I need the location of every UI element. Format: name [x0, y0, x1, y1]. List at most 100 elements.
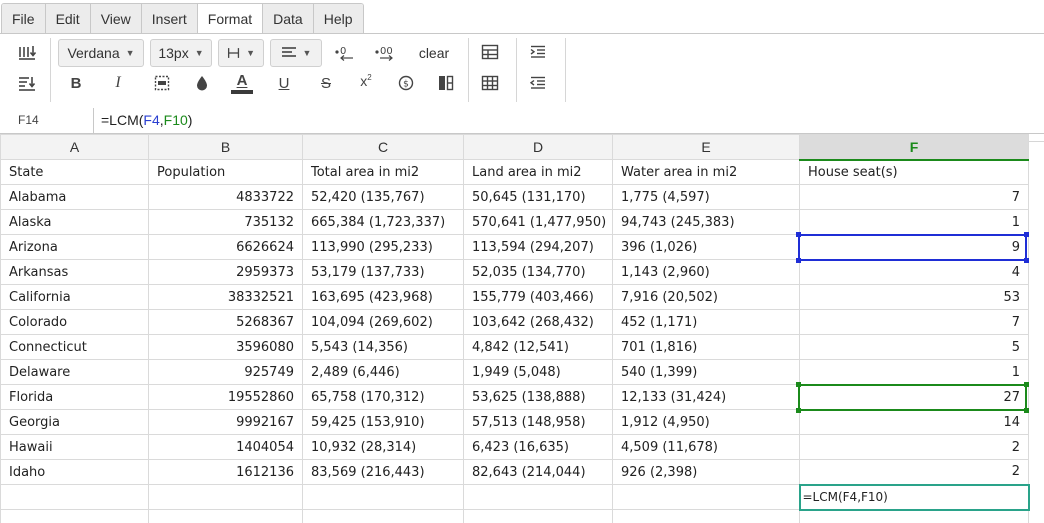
- cell[interactable]: 665,384 (1,723,337): [302, 209, 464, 235]
- cell[interactable]: [302, 484, 464, 510]
- column-header-f[interactable]: F: [799, 134, 1029, 161]
- menu-view[interactable]: View: [90, 4, 142, 34]
- cell[interactable]: [302, 509, 464, 523]
- superscript-icon[interactable]: x2: [354, 70, 378, 92]
- cell[interactable]: 396 (1,026): [612, 234, 800, 260]
- cell[interactable]: Georgia: [0, 409, 149, 435]
- cell[interactable]: 9992167: [148, 409, 303, 435]
- cell[interactable]: 53,625 (138,888): [463, 384, 613, 410]
- indent-icon[interactable]: [526, 41, 550, 63]
- borders-dropdown[interactable]: ▼: [218, 39, 264, 67]
- cell[interactable]: 14: [799, 409, 1029, 435]
- cell[interactable]: 59,425 (153,910): [302, 409, 464, 435]
- currency-icon[interactable]: $: [394, 72, 418, 94]
- selection-handle[interactable]: [796, 408, 801, 413]
- selection-handle[interactable]: [1024, 232, 1029, 237]
- cell[interactable]: 113,990 (295,233): [302, 234, 464, 260]
- cell[interactable]: 701 (1,816): [612, 334, 800, 360]
- cell[interactable]: 52,035 (134,770): [463, 259, 613, 285]
- cell[interactable]: [0, 484, 149, 510]
- cell[interactable]: 2: [799, 459, 1029, 485]
- cell[interactable]: 155,779 (403,466): [463, 284, 613, 310]
- decrease-decimal-icon[interactable]: 0: [330, 40, 358, 64]
- fill-color-icon[interactable]: [190, 72, 214, 94]
- cell[interactable]: 1,775 (4,597): [612, 184, 800, 210]
- cell[interactable]: 52,420 (135,767): [302, 184, 464, 210]
- cell[interactable]: 5: [799, 334, 1029, 360]
- cell[interactable]: Florida: [0, 384, 149, 410]
- cell[interactable]: Delaware: [0, 359, 149, 385]
- menu-help[interactable]: Help: [313, 4, 363, 34]
- cell-reference[interactable]: F14: [0, 108, 94, 133]
- italic-icon[interactable]: I: [106, 72, 130, 94]
- wrap-text-icon[interactable]: [14, 42, 40, 64]
- bold-icon[interactable]: B: [64, 72, 88, 94]
- cell[interactable]: 163,695 (423,968): [302, 284, 464, 310]
- font-family-dropdown[interactable]: Verdana ▼: [58, 39, 144, 67]
- cell[interactable]: 1,949 (5,048): [463, 359, 613, 385]
- cell[interactable]: [799, 509, 1029, 523]
- cell[interactable]: 38332521: [148, 284, 303, 310]
- cell[interactable]: 570,641 (1,477,950): [463, 209, 613, 235]
- cell[interactable]: Hawaii: [0, 434, 149, 460]
- cell[interactable]: 3596080: [148, 334, 303, 360]
- cell[interactable]: [612, 509, 800, 523]
- selection-handle[interactable]: [796, 382, 801, 387]
- cell[interactable]: 925749: [148, 359, 303, 385]
- selection-handle[interactable]: [1024, 382, 1029, 387]
- cell[interactable]: 9: [799, 234, 1029, 260]
- cell[interactable]: [612, 484, 800, 510]
- column-header-a[interactable]: A: [0, 134, 149, 160]
- cell[interactable]: 4,509 (11,678): [612, 434, 800, 460]
- cell[interactable]: 2959373: [148, 259, 303, 285]
- cell[interactable]: 104,094 (269,602): [302, 309, 464, 335]
- table-icon[interactable]: [478, 41, 502, 63]
- text-color-icon[interactable]: A: [230, 70, 254, 96]
- cell[interactable]: Population: [148, 159, 303, 185]
- selection-handle[interactable]: [796, 258, 801, 263]
- cell[interactable]: 19552860: [148, 384, 303, 410]
- cell[interactable]: California: [0, 284, 149, 310]
- cell[interactable]: 82,643 (214,044): [463, 459, 613, 485]
- cell[interactable]: House seat(s): [799, 159, 1029, 185]
- selection-handle[interactable]: [796, 232, 801, 237]
- cell[interactable]: 57,513 (148,958): [463, 409, 613, 435]
- selection-handle[interactable]: [1024, 258, 1029, 263]
- cell[interactable]: 83,569 (216,443): [302, 459, 464, 485]
- cell[interactable]: 7,916 (20,502): [612, 284, 800, 310]
- cell[interactable]: Alabama: [0, 184, 149, 210]
- cell[interactable]: 735132: [148, 209, 303, 235]
- strikethrough-icon[interactable]: S: [314, 72, 338, 94]
- cell[interactable]: 65,758 (170,312): [302, 384, 464, 410]
- cell[interactable]: Water area in mi2: [612, 159, 800, 185]
- cell[interactable]: 6,423 (16,635): [463, 434, 613, 460]
- menu-file[interactable]: File: [2, 4, 46, 34]
- underline-icon[interactable]: U: [272, 72, 296, 94]
- cell[interactable]: 53,179 (137,733): [302, 259, 464, 285]
- cell[interactable]: Alaska: [0, 209, 149, 235]
- cell[interactable]: 5268367: [148, 309, 303, 335]
- menu-insert[interactable]: Insert: [141, 4, 198, 34]
- cell[interactable]: Idaho: [0, 459, 149, 485]
- cell[interactable]: 4: [799, 259, 1029, 285]
- align-dropdown[interactable]: ▼: [270, 39, 322, 67]
- font-size-dropdown[interactable]: 13px ▼: [150, 39, 212, 67]
- menu-edit[interactable]: Edit: [45, 4, 91, 34]
- cell[interactable]: 1404054: [148, 434, 303, 460]
- cell[interactable]: 10,932 (28,314): [302, 434, 464, 460]
- cell[interactable]: [148, 509, 303, 523]
- merge-icon[interactable]: [150, 72, 174, 94]
- cell[interactable]: 50,645 (131,170): [463, 184, 613, 210]
- outdent-icon[interactable]: [526, 72, 550, 94]
- cell[interactable]: 4,842 (12,541): [463, 334, 613, 360]
- cell[interactable]: 113,594 (294,207): [463, 234, 613, 260]
- menu-format[interactable]: Format: [197, 4, 264, 34]
- cell[interactable]: 94,743 (245,383): [612, 209, 800, 235]
- columns-icon[interactable]: [434, 72, 458, 94]
- increase-decimal-icon[interactable]: 00: [372, 40, 400, 64]
- cell-editor[interactable]: =LCM(F4,F10): [798, 483, 1030, 511]
- cell[interactable]: [0, 509, 149, 523]
- sort-icon[interactable]: [14, 72, 40, 94]
- cell[interactable]: Arkansas: [0, 259, 149, 285]
- cell[interactable]: [148, 484, 303, 510]
